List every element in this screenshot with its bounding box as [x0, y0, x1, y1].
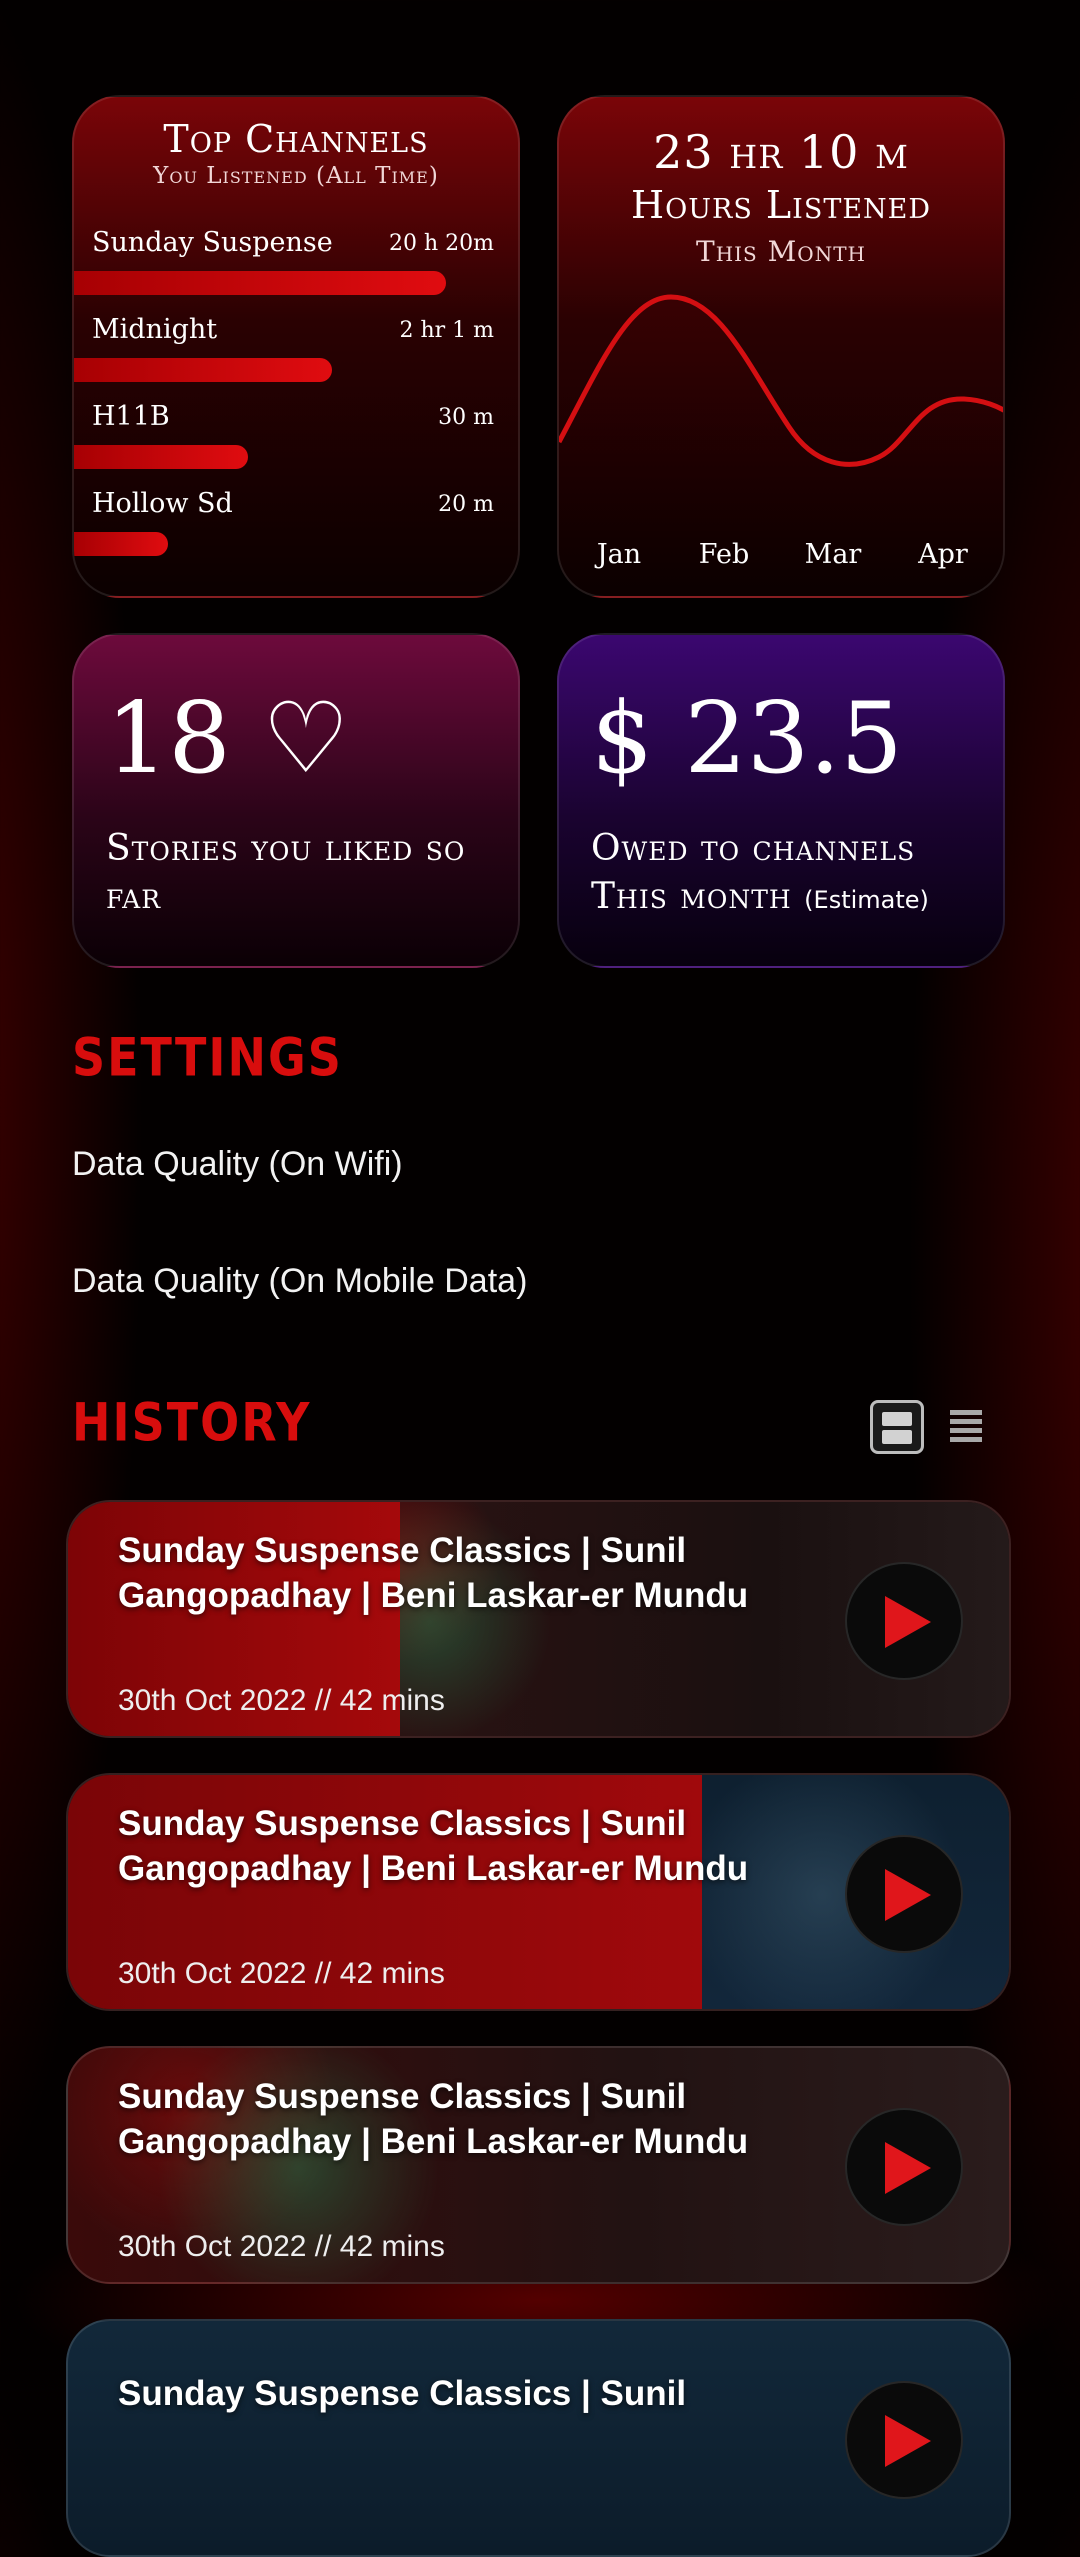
setting-data-quality-wifi[interactable]: Data Quality (On Wifi) [72, 1145, 403, 1184]
card-view-toggle[interactable] [870, 1400, 924, 1454]
history-meta: 30th Oct 2022 // 42 mins [118, 2230, 445, 2263]
hours-listened-card[interactable]: 23 hr 10 m Hours Listened This Month Jan… [557, 95, 1005, 598]
history-title: Sunday Suspense Classics | Sunil Gangopa… [118, 1804, 749, 1888]
history-card[interactable]: Sunday Suspense Classics | Sunil Gangopa… [66, 1500, 1011, 1738]
list-view-icon-part [950, 1428, 982, 1433]
settings-heading: SETTINGS [72, 1025, 343, 1089]
owed-card[interactable]: $ 23.5 Owed to channels This month (Esti… [557, 633, 1005, 968]
channel-bar [74, 445, 248, 469]
history-title: Sunday Suspense Classics | Sunil Gangopa… [118, 2077, 749, 2161]
month-label: Jan [596, 539, 642, 570]
channel-time: 2 hr 1 m [399, 318, 494, 343]
hours-label: Hours Listened [630, 183, 932, 227]
history-meta: 30th Oct 2022 // 42 mins [118, 1684, 445, 1717]
channel-time: 30 m [438, 405, 494, 430]
channel-row[interactable]: H11B 30 m [74, 401, 518, 481]
list-view-icon-part [950, 1437, 982, 1442]
history-heading: HISTORY [72, 1390, 312, 1454]
history-meta: 30th Oct 2022 // 42 mins [118, 1957, 445, 1990]
channel-bar [74, 358, 332, 382]
channel-name: Sunday Suspense [92, 227, 333, 258]
month-label: Mar [804, 539, 862, 570]
month-label: Feb [698, 539, 750, 570]
top-channels-card[interactable]: Top Channels You Listened (All Time) Sun… [72, 95, 520, 598]
channel-name: Midnight [92, 314, 218, 345]
play-button[interactable] [845, 2108, 963, 2226]
channel-time: 20 h 20m [388, 231, 494, 256]
setting-data-quality-mobile[interactable]: Data Quality (On Mobile Data) [72, 1262, 527, 1301]
list-view-icon [950, 1410, 982, 1415]
owed-note: (Estimate) [804, 886, 929, 914]
channel-bar [74, 532, 168, 556]
month-label: Apr [918, 539, 968, 570]
play-button[interactable] [845, 2381, 963, 2499]
owed-amount: $ 23.5 [591, 682, 903, 796]
liked-stories-card[interactable]: 18 ♡ Stories you liked so far [72, 633, 520, 968]
owed-description: Owed to channels This month (Estimate) [591, 825, 981, 924]
history-title: Sunday Suspense Classics | Sunil Gangopa… [118, 1531, 749, 1615]
top-channels-title: Top Channels [163, 117, 429, 161]
channel-bar [74, 271, 446, 295]
play-icon [885, 1596, 931, 1648]
liked-label: Stories you liked so far [106, 828, 466, 917]
channel-time: 20 m [438, 492, 494, 517]
card-view-icon [882, 1412, 912, 1426]
hours-total: 23 hr 10 m [653, 125, 909, 179]
channel-name: Hollow Sd [92, 488, 233, 519]
card-view-icon-part [882, 1430, 912, 1444]
liked-count: 18 ♡ [106, 682, 350, 796]
play-button[interactable] [845, 1562, 963, 1680]
history-card[interactable]: Sunday Suspense Classics | Sunil Gangopa… [66, 1773, 1011, 2011]
list-view-icon-part [950, 1419, 982, 1424]
history-card[interactable]: Sunday Suspense Classics | Sunil Gangopa… [66, 2046, 1011, 2284]
channel-row[interactable]: Midnight 2 hr 1 m [74, 314, 518, 394]
play-icon [885, 2415, 931, 2467]
channel-row[interactable]: Hollow Sd 20 m [74, 488, 518, 568]
play-button[interactable] [845, 1835, 963, 1953]
play-icon [885, 2142, 931, 2194]
history-card[interactable]: Sunday Suspense Classics | Sunil [66, 2319, 1011, 2557]
hours-period: This Month [696, 235, 866, 268]
channel-row[interactable]: Sunday Suspense 20 h 20m [74, 227, 518, 307]
list-view-toggle[interactable] [950, 1408, 986, 1448]
history-title: Sunday Suspense Classics | Sunil [118, 2374, 687, 2413]
channel-name: H11B [92, 401, 170, 432]
top-channels-subtitle: You Listened (All Time) [153, 163, 439, 189]
play-icon [885, 1869, 931, 1921]
